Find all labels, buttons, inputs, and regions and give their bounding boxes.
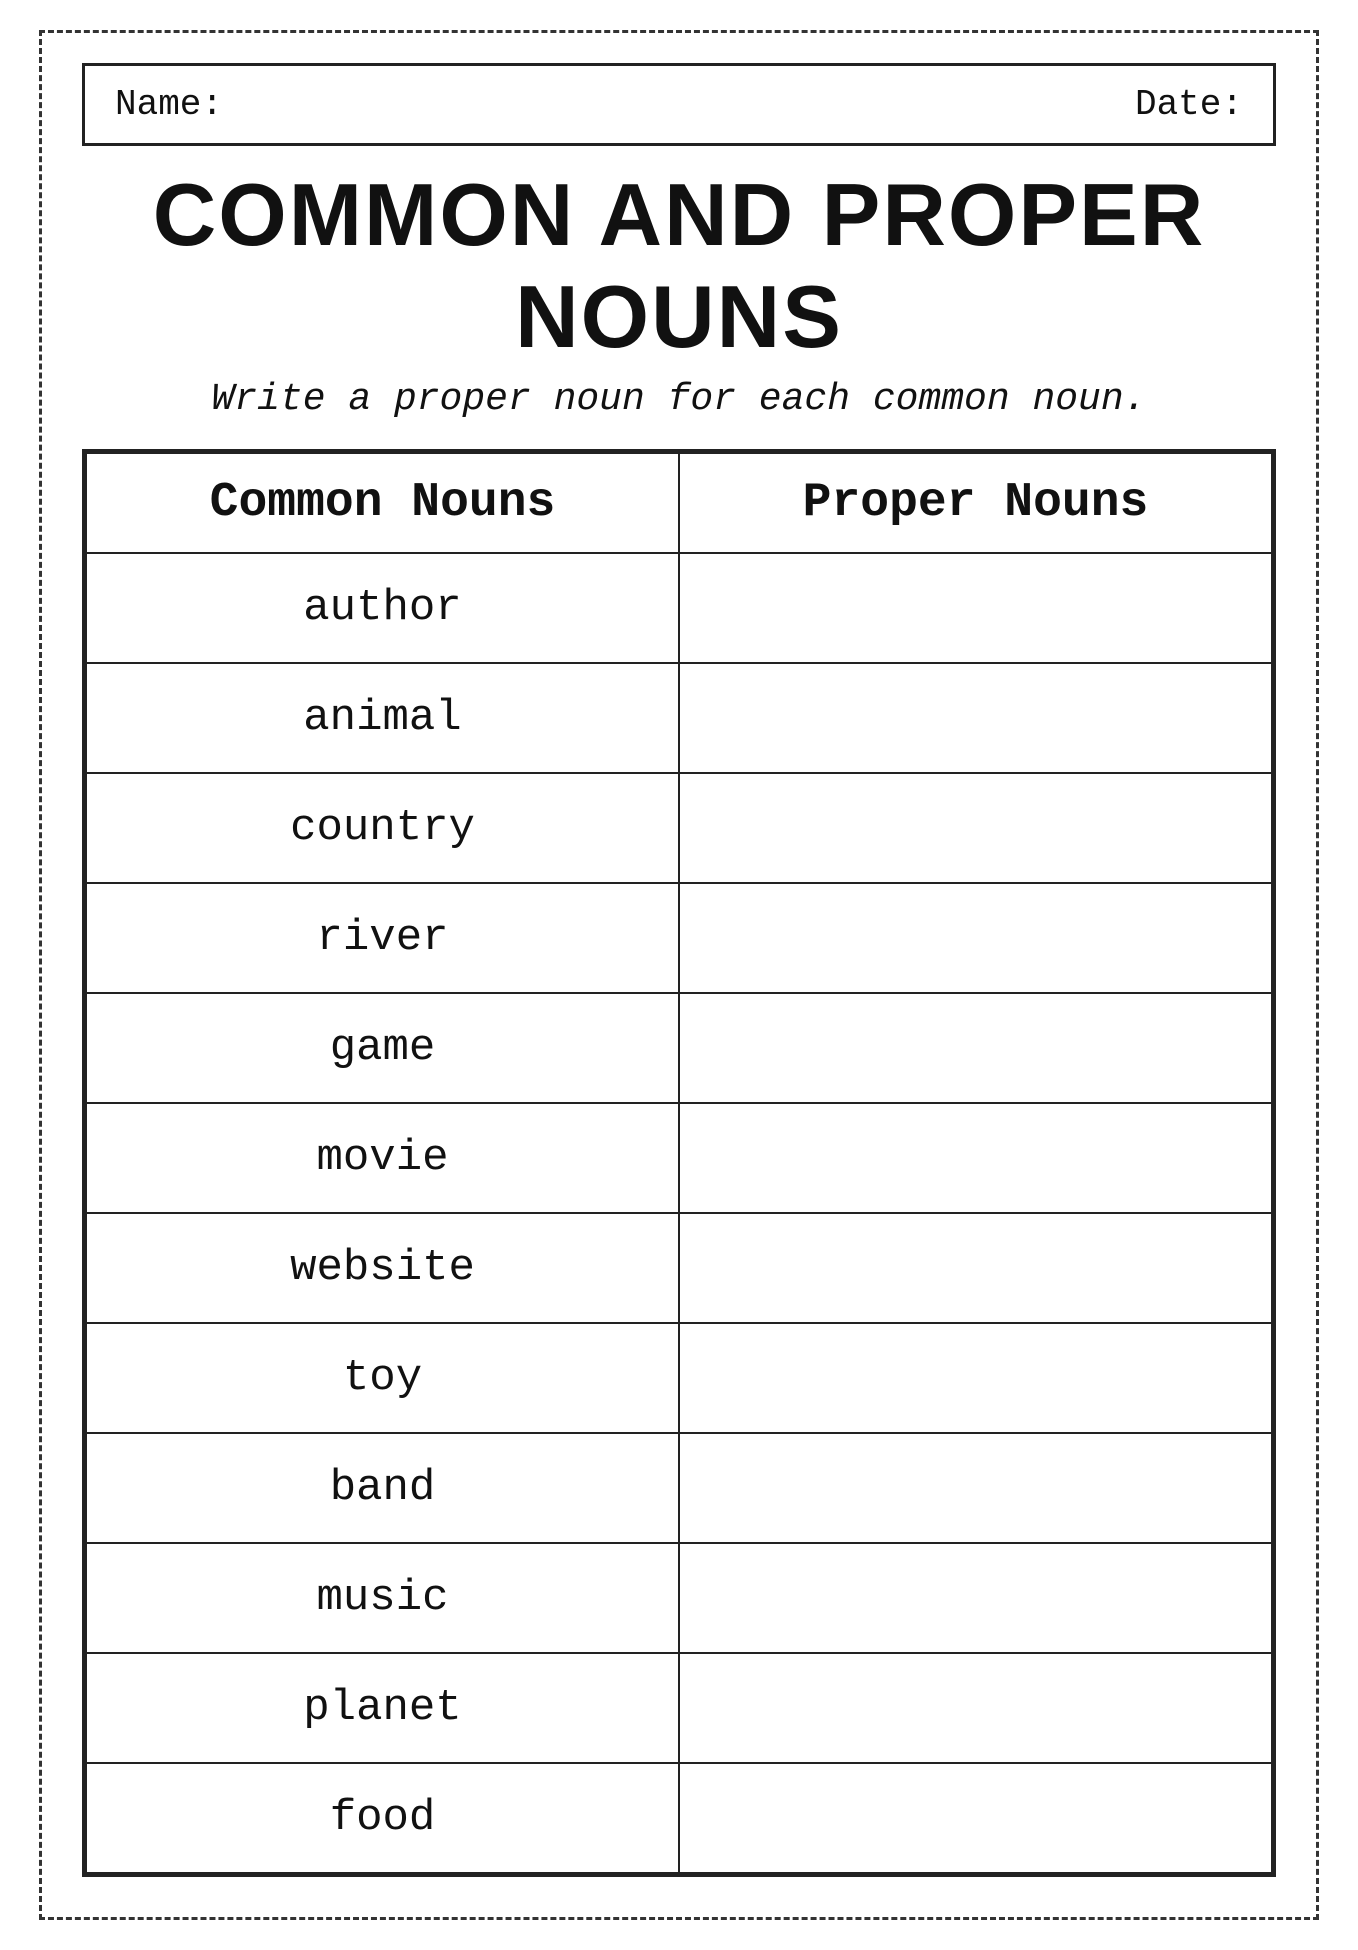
header-box: Name: Date: bbox=[82, 63, 1276, 146]
proper-noun-cell[interactable] bbox=[679, 1763, 1272, 1873]
common-noun-cell: movie bbox=[86, 1103, 679, 1213]
proper-noun-cell[interactable] bbox=[679, 1103, 1272, 1213]
proper-noun-cell[interactable] bbox=[679, 1653, 1272, 1763]
proper-noun-cell[interactable] bbox=[679, 1433, 1272, 1543]
common-noun-cell: animal bbox=[86, 663, 679, 773]
table-container: Common Nouns Proper Nouns authoranimalco… bbox=[82, 449, 1276, 1877]
date-label: Date: bbox=[1135, 84, 1243, 125]
common-noun-cell: toy bbox=[86, 1323, 679, 1433]
proper-noun-cell[interactable] bbox=[679, 663, 1272, 773]
proper-noun-cell[interactable] bbox=[679, 1213, 1272, 1323]
table-row: food bbox=[86, 1763, 1272, 1873]
table-row: movie bbox=[86, 1103, 1272, 1213]
table-row: website bbox=[86, 1213, 1272, 1323]
nouns-table: Common Nouns Proper Nouns authoranimalco… bbox=[85, 452, 1273, 1874]
table-row: country bbox=[86, 773, 1272, 883]
name-label: Name: bbox=[115, 84, 223, 125]
proper-noun-cell[interactable] bbox=[679, 773, 1272, 883]
common-noun-cell: music bbox=[86, 1543, 679, 1653]
proper-noun-cell[interactable] bbox=[679, 1323, 1272, 1433]
common-noun-cell: website bbox=[86, 1213, 679, 1323]
table-row: game bbox=[86, 993, 1272, 1103]
table-row: river bbox=[86, 883, 1272, 993]
common-noun-cell: game bbox=[86, 993, 679, 1103]
proper-noun-cell[interactable] bbox=[679, 883, 1272, 993]
proper-noun-cell[interactable] bbox=[679, 993, 1272, 1103]
common-noun-cell: planet bbox=[86, 1653, 679, 1763]
common-noun-cell: river bbox=[86, 883, 679, 993]
common-noun-cell: country bbox=[86, 773, 679, 883]
col2-header: Proper Nouns bbox=[679, 453, 1272, 553]
col1-header: Common Nouns bbox=[86, 453, 679, 553]
table-row: animal bbox=[86, 663, 1272, 773]
table-row: author bbox=[86, 553, 1272, 663]
page: Name: Date: COMMON AND PROPER NOUNS Writ… bbox=[39, 30, 1319, 1920]
table-row: planet bbox=[86, 1653, 1272, 1763]
table-row: toy bbox=[86, 1323, 1272, 1433]
table-row: band bbox=[86, 1433, 1272, 1543]
page-title: COMMON AND PROPER NOUNS bbox=[82, 164, 1276, 368]
proper-noun-cell[interactable] bbox=[679, 1543, 1272, 1653]
common-noun-cell: author bbox=[86, 553, 679, 663]
subtitle: Write a proper noun for each common noun… bbox=[82, 378, 1276, 421]
common-noun-cell: food bbox=[86, 1763, 679, 1873]
table-row: music bbox=[86, 1543, 1272, 1653]
proper-noun-cell[interactable] bbox=[679, 553, 1272, 663]
common-noun-cell: band bbox=[86, 1433, 679, 1543]
